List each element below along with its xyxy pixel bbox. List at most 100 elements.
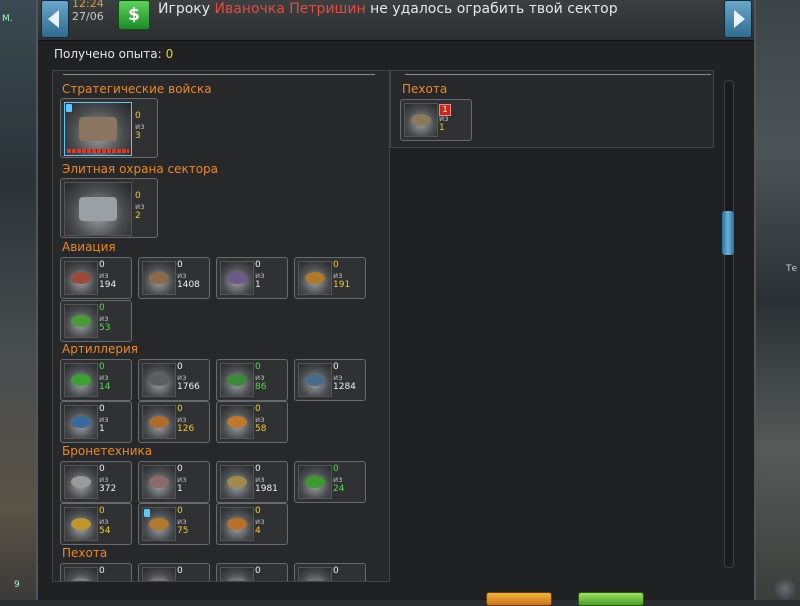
unit-have: 0 — [99, 260, 105, 270]
unit-have: 0 — [255, 260, 261, 270]
section-title-elite-guard: Элитная охрана сектора — [62, 162, 219, 176]
unit-sprite — [71, 272, 91, 284]
unit-card[interactable]: 0 из 126 — [138, 401, 210, 443]
unit-have: 0 — [333, 566, 339, 576]
unit-of: из — [439, 114, 449, 123]
experience-gained: Получено опыта: 0 — [54, 47, 173, 61]
unit-image — [220, 507, 254, 541]
unit-sprite — [71, 374, 91, 386]
unit-card[interactable]: 0 из 2 — [60, 178, 158, 238]
unit-total: 3 — [135, 131, 141, 141]
unit-total: 54 — [99, 526, 111, 536]
unit-card[interactable]: 0 из 1408 — [138, 257, 210, 299]
unit-sprite — [149, 578, 169, 581]
unit-have: 0 — [255, 362, 261, 372]
unit-of: из — [333, 271, 343, 280]
notification-date: 27/06 — [72, 10, 104, 23]
unit-image — [64, 465, 98, 499]
battle-report-window: 12:24 27/06 $ Игроку Ивaночка Петришин н… — [36, 0, 756, 606]
previous-notification-button[interactable] — [41, 0, 69, 38]
unit-total: 14 — [99, 382, 111, 392]
unit-card[interactable]: 0 — [60, 563, 132, 581]
next-notification-button[interactable] — [724, 0, 752, 38]
unit-total: 2 — [135, 211, 141, 221]
unit-of: из — [99, 314, 109, 323]
unit-total: 194 — [99, 280, 117, 290]
background-mark: Те — [786, 264, 798, 274]
unit-sprite — [305, 272, 325, 284]
orange-action-button[interactable] — [486, 592, 552, 606]
unit-card[interactable]: 0 из 86 — [216, 359, 288, 401]
background-mark: 9 — [14, 580, 20, 590]
unit-card[interactable]: 0 из 58 — [216, 401, 288, 443]
green-action-button[interactable] — [578, 592, 644, 606]
unit-sprite — [227, 416, 247, 428]
defender-units-panel: Стратегические войска 0 из 3 Элитная охран… — [52, 70, 390, 582]
unit-sprite — [71, 416, 91, 428]
unit-card[interactable]: 0 из 4 — [216, 503, 288, 545]
unit-card[interactable]: 0 из 1284 — [294, 359, 366, 401]
unit-of: из — [177, 415, 187, 424]
unit-card[interactable]: 0 — [216, 563, 288, 581]
experience-label: Получено опыта: — [54, 47, 162, 61]
unit-have: 0 — [99, 506, 105, 516]
unit-of: из — [99, 475, 109, 484]
unit-image — [404, 103, 438, 137]
unit-sprite — [227, 374, 247, 386]
unit-image — [64, 182, 132, 236]
corner-icon[interactable] — [772, 578, 798, 600]
unit-card[interactable]: 0 из 54 — [60, 503, 132, 545]
unit-card[interactable]: 0 из 53 — [60, 300, 132, 342]
section-title-strategic: Стратегические войска — [62, 82, 212, 96]
scrollbar[interactable] — [722, 80, 734, 568]
unit-card[interactable]: 0 из 3 — [60, 98, 158, 158]
unit-have: 0 — [177, 566, 183, 576]
unit-have: 0 — [177, 404, 183, 414]
player-name-link[interactable]: Ивaночка Петришин — [214, 1, 365, 17]
unit-sprite — [149, 416, 169, 428]
unit-of: из — [255, 271, 265, 280]
divider — [63, 74, 375, 75]
unit-card[interactable]: 0 из 1766 — [138, 359, 210, 401]
unit-card[interactable]: 0 из 24 — [294, 461, 366, 503]
unit-card[interactable]: 0 из 1 — [60, 401, 132, 443]
dollar-icon: $ — [118, 0, 150, 30]
unit-have: 0 — [333, 464, 339, 474]
background-mark: M. — [2, 14, 13, 24]
unit-have: 0 — [177, 362, 183, 372]
unit-total: 1981 — [255, 484, 278, 494]
unit-image — [298, 567, 332, 581]
unit-of: из — [177, 271, 187, 280]
unit-card[interactable]: 0 из 1 — [216, 257, 288, 299]
unit-card[interactable]: 0 — [294, 563, 366, 581]
unit-image — [142, 465, 176, 499]
shield-icon — [144, 509, 150, 517]
scrollbar-thumb[interactable] — [722, 211, 734, 255]
unit-image — [64, 261, 98, 295]
section-title-artillery: Артиллерия — [62, 342, 138, 356]
unit-have: 0 — [177, 260, 183, 270]
unit-image — [142, 507, 176, 541]
unit-card[interactable]: 0 из 75 — [138, 503, 210, 545]
unit-card[interactable]: 0 из 191 — [294, 257, 366, 299]
unit-have: 0 — [255, 566, 261, 576]
unit-sprite — [227, 578, 247, 581]
unit-card[interactable]: 0 из 1 — [138, 461, 210, 503]
unit-image — [64, 102, 132, 156]
unit-have: 0 — [99, 404, 105, 414]
unit-sprite — [79, 197, 117, 221]
unit-have: 0 — [333, 260, 339, 270]
unit-card[interactable]: 0 из 14 — [60, 359, 132, 401]
unit-of: из — [333, 373, 343, 382]
unit-card[interactable]: 1 из 1 — [400, 99, 472, 141]
unit-have: 0 — [177, 506, 183, 516]
unit-of: из — [255, 415, 265, 424]
unit-card[interactable]: 0 — [138, 563, 210, 581]
unit-total: 191 — [333, 280, 351, 290]
unit-of: из — [135, 202, 145, 211]
unit-card[interactable]: 0 из 1981 — [216, 461, 288, 503]
unit-card[interactable]: 0 из 372 — [60, 461, 132, 503]
unit-image — [220, 405, 254, 439]
unit-card[interactable]: 0 из 194 — [60, 257, 132, 299]
unit-sprite — [227, 272, 247, 284]
